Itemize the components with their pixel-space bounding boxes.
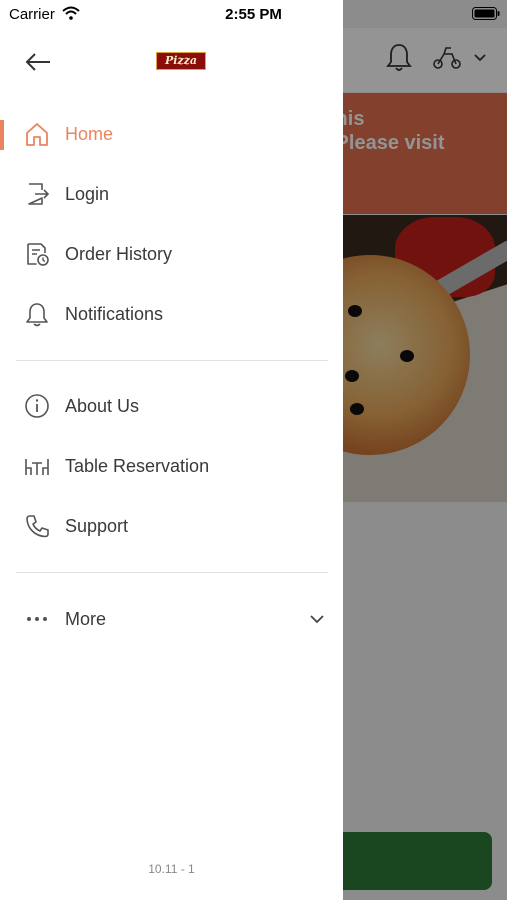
more-dots-icon xyxy=(27,617,47,621)
table-icon xyxy=(25,459,49,475)
menu-item-label: Notifications xyxy=(65,304,164,324)
menu-item-label: Order History xyxy=(65,244,173,264)
order-history-icon xyxy=(27,243,49,266)
status-bar: Carrier 2:55 PM xyxy=(0,0,507,28)
home-icon xyxy=(26,123,48,146)
menu-item-table-reservation[interactable]: Table Reservation xyxy=(0,439,343,495)
menu-item-home[interactable]: Home xyxy=(0,107,343,163)
app-version: 10.11 - 1 xyxy=(148,862,195,876)
menu-divider xyxy=(16,572,328,573)
bell-icon xyxy=(26,303,48,327)
menu-item-label: Home xyxy=(65,124,114,144)
menu-item-label: Login xyxy=(65,184,110,204)
menu-item-label: Table Reservation xyxy=(65,456,210,476)
battery-icon xyxy=(472,7,500,20)
menu-item-support[interactable]: Support xyxy=(0,499,343,555)
info-icon xyxy=(25,394,49,418)
chevron-down-icon[interactable] xyxy=(308,612,326,626)
menu-item-label: More xyxy=(65,609,107,629)
phone-icon xyxy=(26,515,49,538)
menu-item-label: About Us xyxy=(65,396,140,416)
status-time: 2:55 PM xyxy=(225,6,282,23)
login-icon xyxy=(28,183,50,205)
back-arrow-icon[interactable] xyxy=(22,50,54,74)
menu-item-login[interactable]: Login xyxy=(0,167,343,223)
menu-item-more[interactable]: More xyxy=(0,592,343,648)
drawer-header: Pizza xyxy=(0,28,343,92)
menu-item-label: Support xyxy=(65,516,129,536)
menu-divider xyxy=(16,360,328,361)
logo: Pizza xyxy=(156,52,206,70)
menu-item-order-history[interactable]: Order History xyxy=(0,227,343,283)
menu-item-about-us[interactable]: About Us xyxy=(0,379,343,435)
menu-item-notifications[interactable]: Notifications xyxy=(0,287,343,343)
active-indicator xyxy=(0,120,4,150)
navigation-drawer: Pizza Home Login Order History Notificat… xyxy=(0,0,343,900)
